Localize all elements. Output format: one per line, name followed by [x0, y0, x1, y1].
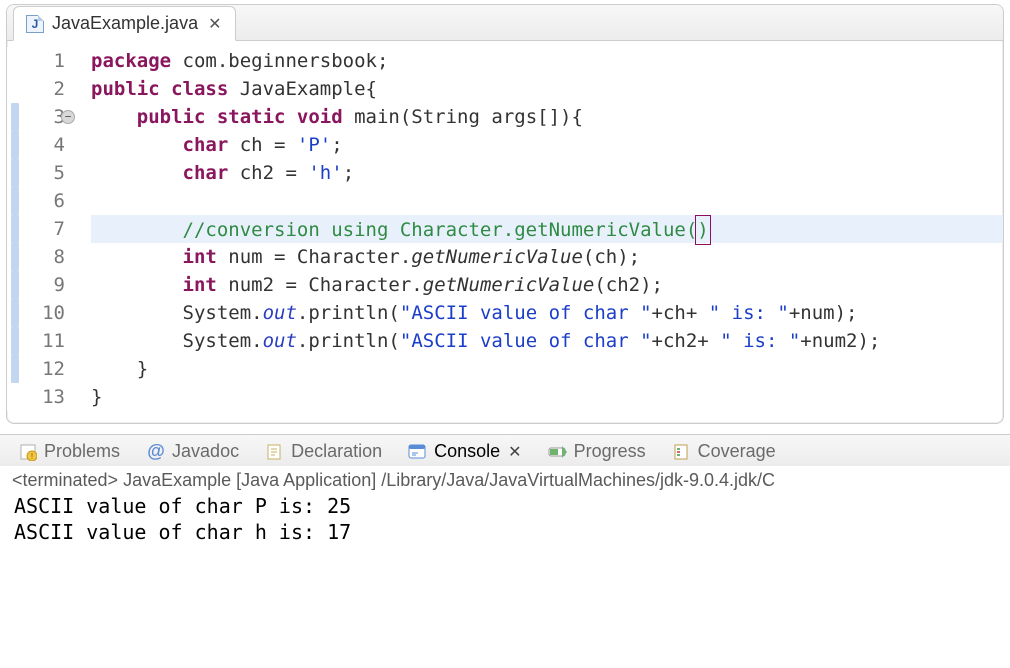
caret-icon: ) [695, 215, 710, 245]
code-line[interactable]: int num2 = Character.getNumericValue(ch2… [91, 271, 1003, 299]
code-line[interactable] [91, 187, 1003, 215]
close-icon[interactable]: ✕ [206, 14, 223, 34]
tab-label: Declaration [291, 441, 382, 462]
code-line[interactable]: package com.beginnersbook; [91, 47, 1003, 75]
java-file-icon: J [26, 15, 44, 33]
tab-label: Progress [574, 441, 646, 462]
at-icon: @ [146, 442, 166, 462]
tab-console[interactable]: Console ✕ [408, 441, 521, 462]
line-gutter: 123−45678910111213 [27, 47, 73, 411]
code-line[interactable]: } [91, 355, 1003, 383]
bottom-views-tabbar: ! Problems @ Javadoc Declaration Console… [0, 434, 1010, 466]
close-icon[interactable]: ✕ [508, 442, 521, 462]
code-line[interactable]: public class JavaExample{ [91, 75, 1003, 103]
tab-label: Problems [44, 441, 120, 462]
code-line[interactable]: //conversion using Character.getNumericV… [91, 215, 1003, 243]
warning-icon: ! [18, 442, 38, 462]
coverage-icon [672, 442, 692, 462]
code-line[interactable]: System.out.println("ASCII value of char … [91, 327, 1003, 355]
code-body[interactable]: package com.beginnersbook;public class J… [73, 47, 1003, 411]
tab-declaration[interactable]: Declaration [265, 441, 382, 462]
code-line[interactable]: char ch = 'P'; [91, 131, 1003, 159]
editor-panel: J JavaExample.java ✕ 123−45678910111213 … [6, 4, 1004, 424]
tab-progress[interactable]: Progress [548, 441, 646, 462]
tab-label: Coverage [698, 441, 776, 462]
code-editor[interactable]: 123−45678910111213 package com.beginners… [7, 41, 1003, 423]
marker-column [7, 47, 27, 411]
tab-javadoc[interactable]: @ Javadoc [146, 441, 239, 462]
tab-coverage[interactable]: Coverage [672, 441, 776, 462]
code-line[interactable]: int num = Character.getNumericValue(ch); [91, 243, 1003, 271]
console-icon [408, 442, 428, 462]
editor-tabs-row: J JavaExample.java ✕ [7, 5, 1003, 41]
code-line[interactable]: char ch2 = 'h'; [91, 159, 1003, 187]
editor-tab-javaexample[interactable]: J JavaExample.java ✕ [13, 6, 236, 41]
code-line[interactable]: System.out.println("ASCII value of char … [91, 299, 1003, 327]
fold-toggle-icon[interactable]: − [61, 110, 75, 124]
tab-label: Javadoc [172, 441, 239, 462]
console-output[interactable]: ASCII value of char P is: 25 ASCII value… [0, 491, 1010, 555]
code-line[interactable]: } [91, 383, 1003, 411]
declaration-icon [265, 442, 285, 462]
code-line[interactable]: public static void main(String args[]){ [91, 103, 1003, 131]
svg-text:!: ! [31, 452, 33, 461]
progress-icon [548, 442, 568, 462]
tab-label: Console [434, 441, 500, 462]
tab-problems[interactable]: ! Problems [18, 441, 120, 462]
console-status-line: <terminated> JavaExample [Java Applicati… [0, 466, 1010, 491]
editor-tab-filename: JavaExample.java [52, 13, 198, 34]
